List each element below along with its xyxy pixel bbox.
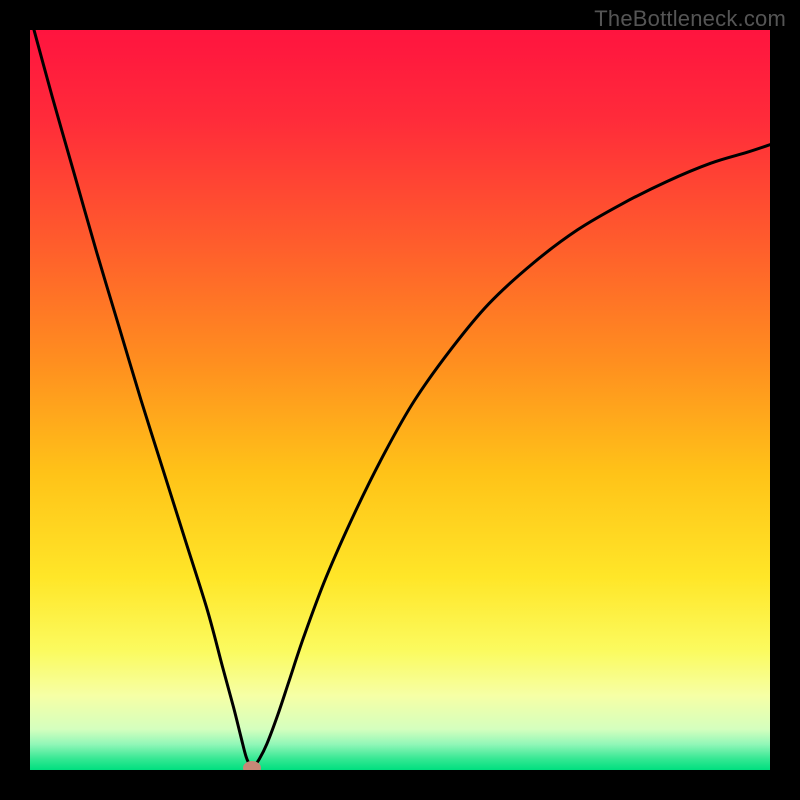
watermark-text: TheBottleneck.com bbox=[594, 6, 786, 32]
chart-svg bbox=[30, 30, 770, 770]
optimal-point-marker bbox=[243, 761, 261, 770]
chart-plot-area bbox=[30, 30, 770, 770]
